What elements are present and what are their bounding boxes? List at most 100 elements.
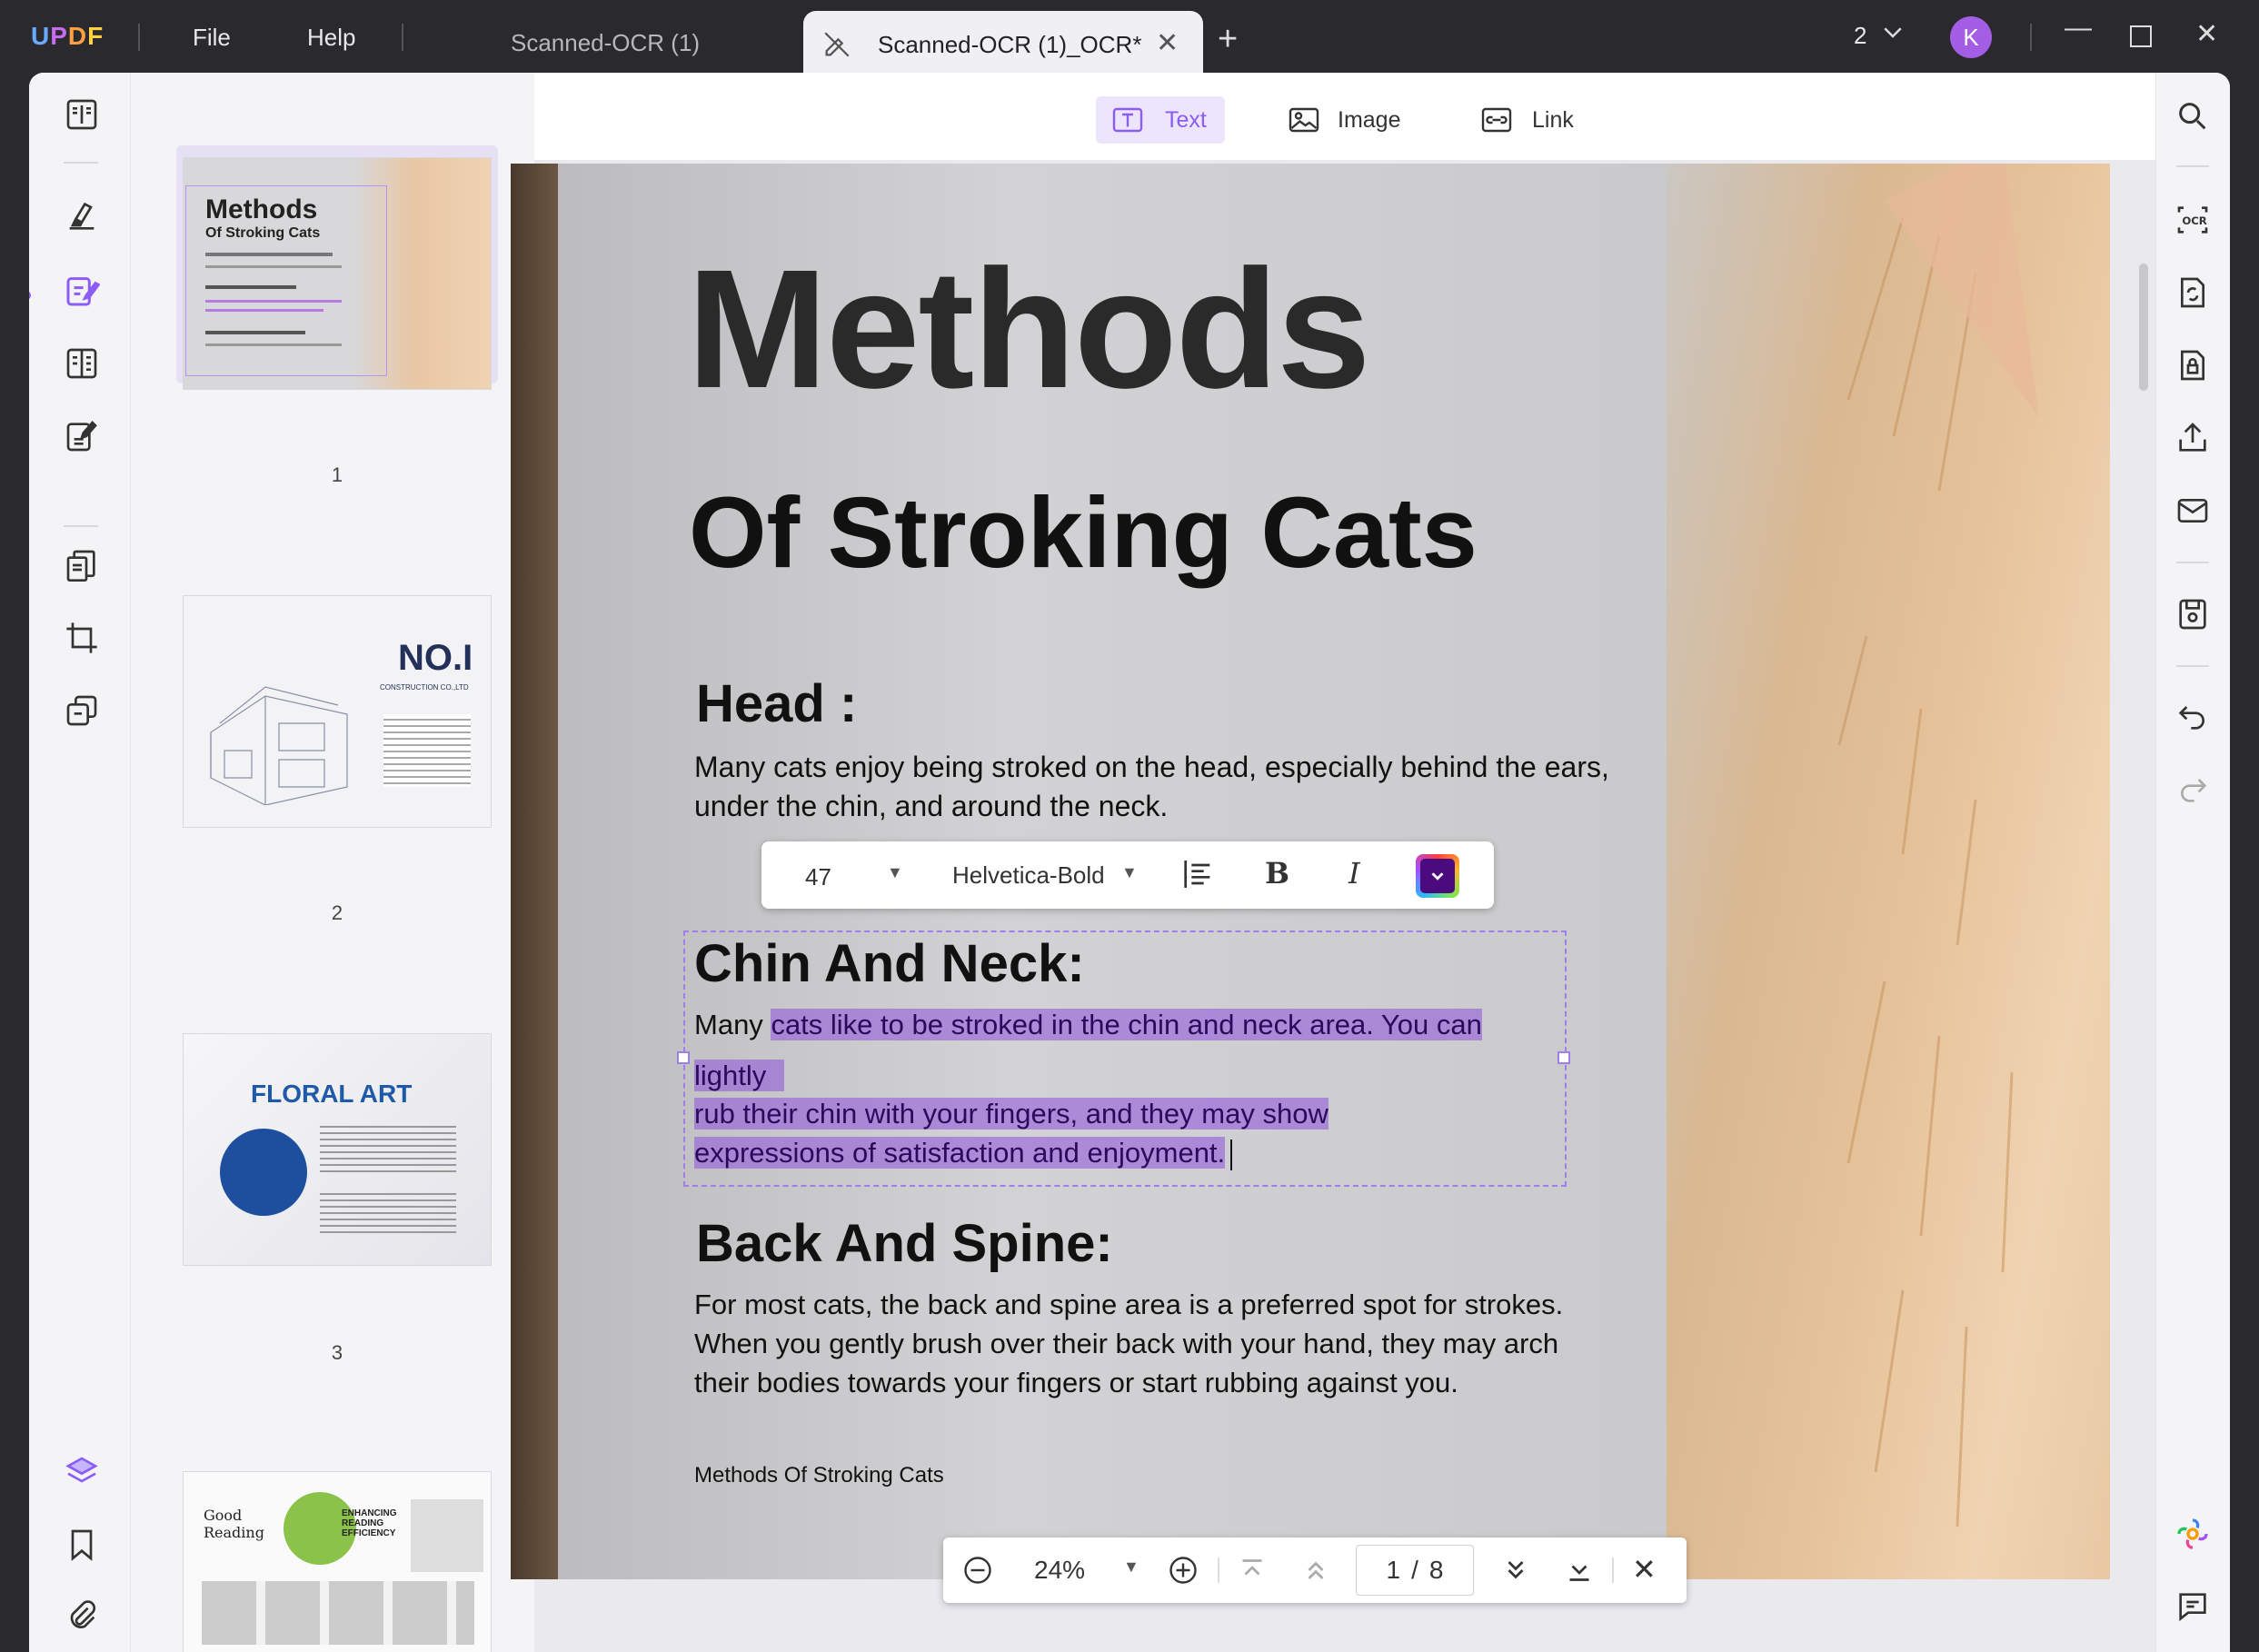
close-tab-icon[interactable]: ✕ — [1156, 27, 1179, 59]
divider — [64, 525, 98, 527]
minimize-icon[interactable]: — — [2065, 13, 2092, 44]
back-body-line[interactable]: For most cats, the back and spine area i… — [694, 1287, 1563, 1323]
reader-icon[interactable] — [62, 95, 102, 134]
right-toolbar: OCR — [2155, 73, 2230, 1652]
image-icon — [1287, 104, 1321, 136]
italic-button[interactable]: I — [1348, 856, 1360, 891]
bold-button[interactable]: B — [1265, 856, 1289, 891]
resize-handle-right[interactable] — [1557, 1051, 1570, 1064]
font-name-value[interactable]: Helvetica-Bold — [952, 861, 1105, 890]
menu-file[interactable]: File — [193, 24, 231, 52]
head-heading[interactable]: Head : — [696, 678, 857, 731]
back-heading[interactable]: Back And Spine: — [696, 1218, 1113, 1270]
page-footer: Methods Of Stroking Cats — [694, 1463, 944, 1488]
chevron-down-icon — [1420, 859, 1455, 893]
previous-page-icon[interactable] — [1299, 1554, 1332, 1587]
undo-icon[interactable] — [2173, 696, 2213, 736]
thumb-portrait — [220, 1129, 307, 1216]
zoom-out-icon[interactable] — [961, 1554, 994, 1587]
share-icon[interactable] — [2173, 418, 2213, 458]
comment-highlighter-icon[interactable] — [62, 196, 102, 236]
image-tool-button[interactable]: Image — [1287, 96, 1414, 144]
thumbnail-page-1[interactable]: Methods Of Stroking Cats — [184, 158, 491, 389]
tab-scanned-ocr[interactable]: Scanned-OCR (1) — [511, 29, 700, 57]
current-page: 1 — [1386, 1556, 1401, 1584]
chevron-down-icon[interactable] — [1879, 18, 1906, 45]
avatar[interactable]: K — [1950, 16, 1992, 58]
thumbnail-page-3[interactable]: FLORAL ART — [184, 1034, 491, 1265]
convert-icon[interactable] — [2173, 273, 2213, 313]
divider — [138, 24, 140, 51]
text-format-toolbar: 47 ▼ Helvetica-Bold ▼ B I — [761, 841, 1494, 909]
font-size-dropdown-icon[interactable]: ▼ — [887, 863, 903, 882]
title-bar: UPDF File Help Scanned-OCR (1) Scanned-O… — [0, 0, 2259, 75]
head-body-line[interactable]: Many cats enjoy being stroked on the hea… — [694, 749, 1609, 787]
zoom-dropdown-icon[interactable]: ▼ — [1123, 1557, 1139, 1577]
zoom-level[interactable]: 24% — [1034, 1556, 1085, 1585]
ocr-icon[interactable]: OCR — [2173, 200, 2213, 240]
last-page-icon[interactable] — [1563, 1554, 1596, 1587]
attachment-icon[interactable] — [62, 1596, 102, 1636]
page-layout-icon[interactable] — [62, 343, 102, 383]
redo-icon[interactable] — [2173, 769, 2213, 809]
font-size-value[interactable]: 47 — [805, 863, 831, 891]
text-tool-button[interactable]: Text — [1096, 96, 1225, 144]
bookmark-icon[interactable] — [62, 1525, 102, 1565]
divider — [64, 162, 98, 164]
link-tool-label: Link — [1532, 107, 1574, 133]
protect-icon[interactable] — [2173, 345, 2213, 385]
form-edit-icon[interactable] — [62, 416, 102, 456]
house-sketch — [210, 686, 348, 805]
thumb-text-block — [383, 714, 471, 787]
next-page-icon[interactable] — [1499, 1554, 1532, 1587]
edit-pdf-icon[interactable] — [62, 271, 102, 311]
back-body-line[interactable]: their bodies towards your fingers or sta… — [694, 1365, 1458, 1401]
crop-icon[interactable] — [62, 618, 102, 658]
layers-icon[interactable] — [62, 1452, 102, 1492]
search-icon[interactable] — [2173, 96, 2213, 136]
divider — [2176, 165, 2209, 167]
zoom-navigation-bar: 24% ▼ 1 / 8 ✕ — [943, 1538, 1687, 1603]
thumb-title: FLORAL ART — [251, 1080, 413, 1108]
batch-icon[interactable] — [62, 691, 102, 731]
new-tab-icon[interactable]: + — [1218, 20, 1238, 59]
page-input[interactable]: 1 / 8 — [1356, 1545, 1474, 1596]
save-icon[interactable] — [2173, 594, 2213, 634]
divider — [1612, 1557, 1614, 1583]
align-left-icon[interactable] — [1179, 856, 1216, 892]
resize-handle-left[interactable] — [677, 1051, 690, 1064]
vertical-scrollbar[interactable] — [2139, 264, 2148, 391]
organize-pages-icon[interactable] — [62, 545, 102, 585]
head-body-line[interactable]: under the chin, and around the neck. — [694, 788, 1168, 826]
thumb-photos — [202, 1581, 474, 1645]
divider — [2176, 665, 2209, 667]
close-nav-icon[interactable]: ✕ — [1632, 1552, 1657, 1587]
divider — [2030, 24, 2032, 51]
document-subtitle[interactable]: Of Stroking Cats — [689, 483, 1478, 583]
link-tool-button[interactable]: Link — [1479, 96, 1588, 144]
thumbnail-panel: Methods Of Stroking Cats 1 NO.I CONSTRUC… — [131, 73, 534, 1652]
close-window-icon[interactable]: ✕ — [2195, 18, 2218, 50]
thumb-title: Good Reading — [204, 1507, 264, 1541]
first-page-icon[interactable] — [1236, 1554, 1269, 1587]
thumb-subtitle: ENHANCING READING EFFICIENCY — [342, 1508, 397, 1538]
zoom-in-icon[interactable] — [1167, 1554, 1199, 1587]
ai-assistant-icon[interactable] — [2173, 1514, 2213, 1554]
menu-help[interactable]: Help — [307, 24, 355, 52]
text-edit-icon — [1110, 104, 1145, 136]
thumbnail-page-2[interactable]: NO.I CONSTRUCTION CO.,LTD — [184, 596, 491, 827]
tab-scanned-ocr-ocr[interactable]: Scanned-OCR (1)_OCR* ✕ — [803, 11, 1203, 75]
text-selection-box[interactable] — [683, 930, 1567, 1187]
text-color-picker[interactable] — [1416, 854, 1459, 898]
maximize-icon[interactable] — [2130, 25, 2152, 47]
comments-panel-icon[interactable] — [2173, 1587, 2213, 1627]
font-dropdown-icon[interactable]: ▼ — [1121, 863, 1138, 882]
tab-label: Scanned-OCR (1)_OCR* — [878, 31, 1142, 58]
window-count[interactable]: 2 — [1854, 22, 1866, 50]
back-body-line[interactable]: When you gently brush over their back wi… — [694, 1326, 1558, 1362]
edit-off-icon — [821, 29, 852, 60]
thumbnail-page-4[interactable]: Good Reading ENHANCING READING EFFICIENC… — [184, 1472, 491, 1652]
total-pages: 8 — [1428, 1556, 1444, 1584]
document-title[interactable]: Methods — [687, 245, 1371, 414]
email-icon[interactable] — [2173, 491, 2213, 531]
